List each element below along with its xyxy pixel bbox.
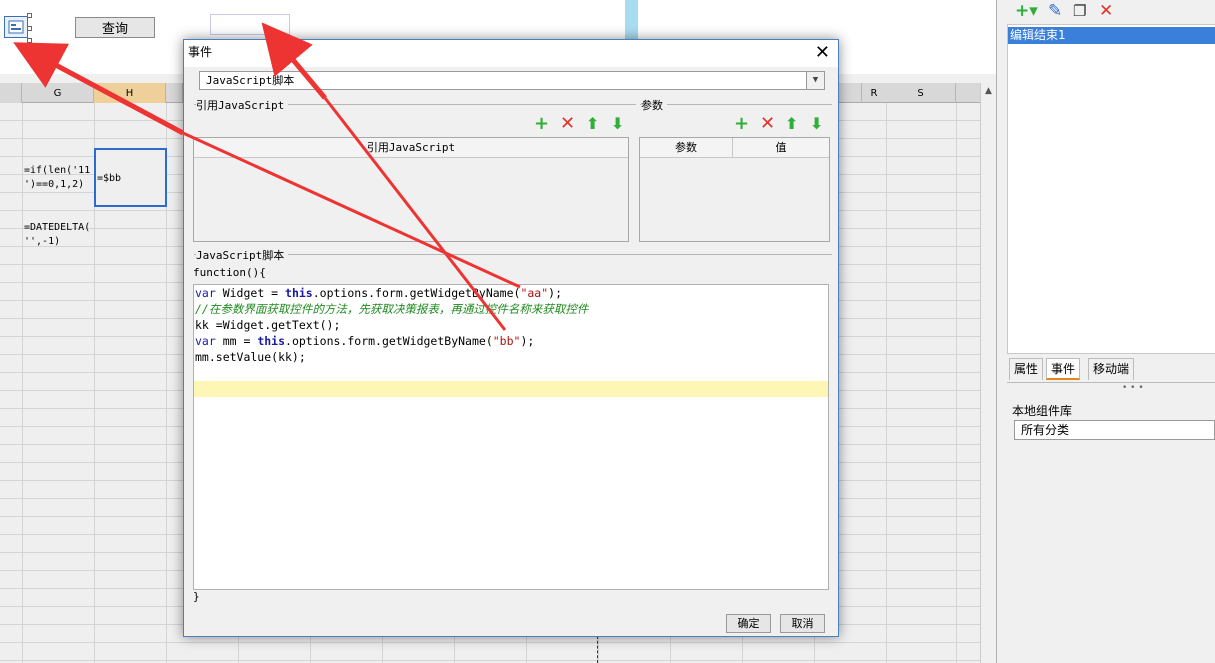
function-header: function(){ [193, 266, 266, 279]
add-icon[interactable]: + [534, 115, 549, 133]
cell-g-formula-2[interactable]: =DATEDELTA( '',-1) [24, 221, 90, 249]
tab-mobile[interactable]: 移动端 [1088, 358, 1135, 380]
query-button[interactable]: 查询 [75, 17, 155, 38]
vertical-scrollbar[interactable]: ▲ [980, 83, 996, 663]
delete-icon[interactable]: ✕ [560, 115, 575, 133]
ref-js-group-title: 引用JavaScript [196, 97, 289, 113]
delete-icon[interactable]: ✕ [1099, 2, 1113, 20]
params-table[interactable]: 参数 值 [639, 137, 830, 242]
arrow-down-icon[interactable]: ⬇ [810, 115, 823, 133]
arrow-up-icon[interactable]: ⬆ [785, 115, 798, 133]
resize-handle[interactable] [27, 13, 32, 18]
code-line: var Widget = this.options.form.getWidget… [195, 286, 563, 300]
current-line-highlight [194, 381, 828, 397]
params-col-name: 参数 [640, 138, 733, 158]
resize-handle[interactable] [27, 26, 32, 31]
right-panel: +▾ ✎ ❐ ✕ 编辑结束1 属性 事件 移动端 • • • 本地组件库 [996, 0, 1215, 663]
code-line: kk =Widget.getText(); [195, 318, 341, 332]
code-line: mm.setValue(kk); [195, 350, 306, 364]
column-header[interactable] [166, 83, 183, 103]
cell-h-value: =$bb [97, 173, 122, 184]
column-header-s[interactable]: S [886, 83, 956, 103]
code-comment: //在参数界面获取控件的方法，先获取决策报表，再通过控件名称来获取控件 [195, 302, 589, 316]
ref-js-table[interactable]: 引用JavaScript [193, 137, 629, 242]
dialog-title-bar: 事件 ✕ [184, 40, 838, 67]
delete-icon[interactable]: ✕ [760, 115, 775, 133]
ref-js-table-header: 引用JavaScript [194, 138, 628, 158]
drag-grip-icon[interactable]: • • • [1122, 383, 1144, 393]
text-widget-bb[interactable] [210, 14, 290, 35]
column-header-g[interactable]: G [22, 83, 94, 103]
resize-handle[interactable] [27, 38, 32, 43]
add-icon[interactable]: + [734, 115, 749, 133]
event-type-select[interactable]: JavaScript脚本 ▼ [199, 71, 825, 90]
cell-g-formula[interactable]: =if(len('11 ')==0,1,2) [24, 164, 90, 192]
column-header-h[interactable]: H [94, 83, 166, 103]
copy-icon[interactable]: ❐ [1073, 2, 1086, 20]
arrow-down-icon[interactable]: ⬇ [611, 115, 624, 133]
params-group-title: 参数 [641, 97, 667, 113]
cancel-button[interactable]: 取消 [780, 614, 825, 633]
script-group-title: JavaScript脚本 [196, 247, 289, 263]
ok-button[interactable]: 确定 [726, 614, 771, 633]
event-list[interactable]: 编辑结束1 [1007, 24, 1215, 354]
library-title: 本地组件库 [1012, 404, 1073, 418]
edit-icon[interactable]: ✎ [1048, 2, 1062, 20]
code-line: var mm = this.options.form.getWidgetByNa… [195, 334, 535, 348]
corner-cell [0, 83, 22, 103]
tab-events[interactable]: 事件 [1046, 358, 1081, 380]
column-header[interactable] [838, 83, 862, 103]
event-dialog: 事件 ✕ JavaScript脚本 ▼ 引用JavaScript + ✕ ⬆ ⬇… [183, 39, 839, 637]
event-type-value: JavaScript脚本 [206, 74, 295, 87]
function-footer: } [193, 590, 200, 603]
code-editor[interactable]: var Widget = this.options.form.getWidget… [193, 284, 829, 590]
page-break-line [597, 636, 598, 663]
tab-properties[interactable]: 属性 [1009, 358, 1044, 380]
add-icon[interactable]: +▾ [1015, 2, 1038, 20]
arrow-up-icon[interactable]: ⬆ [586, 115, 599, 133]
column-header-r[interactable]: R [862, 83, 886, 103]
close-icon[interactable]: ✕ [815, 42, 830, 64]
scroll-up-icon[interactable]: ▲ [981, 83, 996, 96]
library-category-select[interactable]: 所有分类 [1014, 420, 1215, 440]
chevron-down-icon[interactable]: ▼ [806, 72, 824, 89]
selected-widget-icon[interactable] [4, 16, 28, 38]
dialog-title: 事件 [188, 45, 213, 59]
active-cell-h[interactable]: =$bb [94, 148, 167, 207]
event-list-item[interactable]: 编辑结束1 [1008, 27, 1215, 44]
params-col-value: 值 [733, 138, 829, 158]
